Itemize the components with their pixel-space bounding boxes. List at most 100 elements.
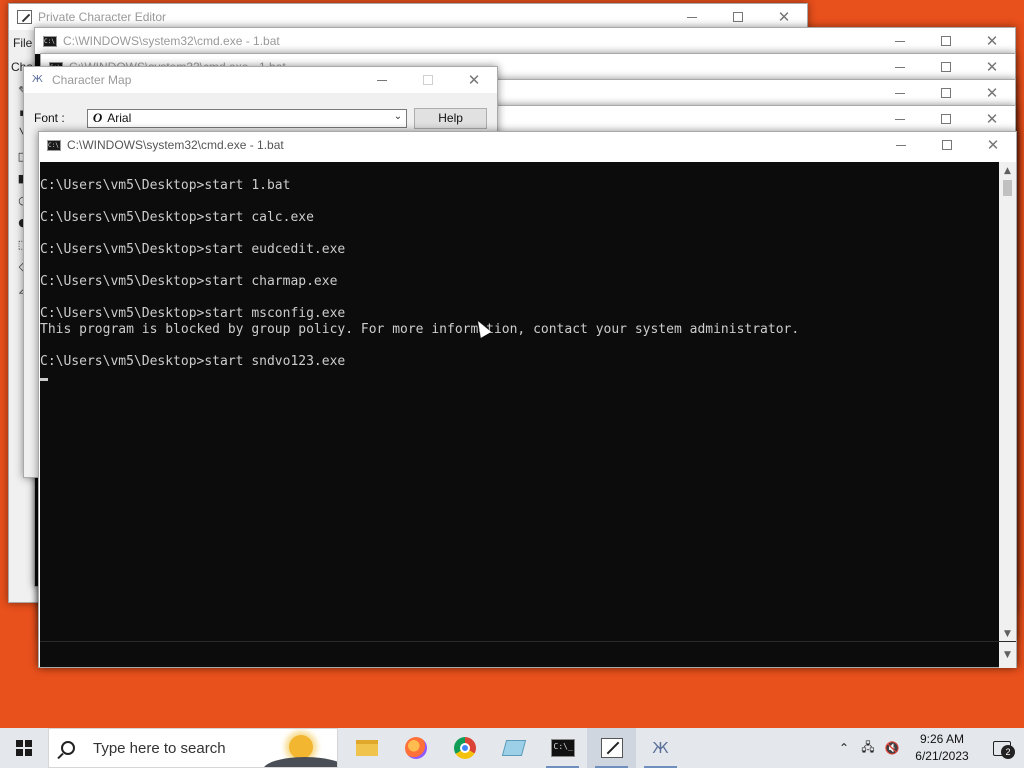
taskbar-chrome[interactable] xyxy=(440,728,489,768)
font-select[interactable]: O Arial ⌄ xyxy=(86,108,408,128)
close-icon: ✕ xyxy=(985,32,999,50)
console-line: C:\Users\vm5\Desktop>start calc.exe xyxy=(40,210,314,225)
start-button[interactable] xyxy=(0,728,48,768)
windows-logo-icon xyxy=(16,740,32,756)
console-line: C:\Users\vm5\Desktop>start sndvo123.exe xyxy=(40,354,346,369)
pencil-app-icon xyxy=(600,738,623,758)
chevron-down-icon[interactable]: ⌄ xyxy=(394,111,402,122)
console-icon: C:\_ xyxy=(550,739,575,757)
close-button[interactable]: ✕ xyxy=(969,106,1015,132)
console-line: This program is blocked by group policy.… xyxy=(40,322,800,337)
firefox-icon xyxy=(404,737,427,759)
close-icon: ✕ xyxy=(985,84,999,102)
maximize-icon xyxy=(941,114,951,124)
maximize-button[interactable] xyxy=(923,54,969,80)
text-cursor xyxy=(40,378,48,381)
vertical-scrollbar[interactable]: ▲ ▼ xyxy=(999,162,1016,642)
opentype-font-icon: O xyxy=(92,110,103,125)
close-button[interactable]: ✕ xyxy=(451,67,497,93)
folder-icon xyxy=(355,740,378,756)
clock-date: 6/21/2023 xyxy=(915,749,969,763)
minimize-button[interactable] xyxy=(359,67,405,93)
console-line: C:\Users\vm5\Desktop>start charmap.exe xyxy=(40,274,338,289)
font-select-value: Arial xyxy=(107,111,132,125)
minimize-icon xyxy=(896,144,906,146)
maximize-button xyxy=(405,67,451,93)
close-button[interactable]: ✕ xyxy=(969,80,1015,106)
close-icon: ✕ xyxy=(986,136,1000,154)
console-line: C:\Users\vm5\Desktop>start 1.bat xyxy=(40,178,291,193)
close-icon: ✕ xyxy=(777,8,791,26)
help-button[interactable]: Help xyxy=(414,107,487,129)
menu-file[interactable]: File xyxy=(13,36,32,50)
search-placeholder: Type here to search xyxy=(93,739,226,757)
maximize-button[interactable] xyxy=(924,132,970,158)
taskbar-notepad[interactable] xyxy=(489,728,538,768)
close-button[interactable]: ✕ xyxy=(969,54,1015,80)
horizontal-scroll-area[interactable]: ▼ xyxy=(40,641,1016,668)
maximize-icon xyxy=(941,36,951,46)
minimize-icon xyxy=(895,118,905,120)
close-button[interactable]: ✕ xyxy=(969,28,1015,54)
console-output[interactable]: C:\Users\vm5\Desktop>start 1.bat C:\User… xyxy=(40,162,1000,642)
cmd-window-active[interactable]: C:\ C:\WINDOWS\system32\cmd.exe - 1.bat … xyxy=(38,131,1017,668)
clock-time: 9:26 AM xyxy=(919,732,965,746)
minimize-button[interactable] xyxy=(878,132,924,158)
scroll-thumb[interactable] xyxy=(1003,180,1012,196)
maximize-button[interactable] xyxy=(923,28,969,54)
taskbar-cmd[interactable]: C:\_ xyxy=(538,728,587,768)
notepad-icon xyxy=(501,740,526,756)
close-icon: ✕ xyxy=(467,71,481,89)
search-highlight-image-hill xyxy=(263,757,337,767)
notification-count: 2 xyxy=(1001,745,1015,759)
minimize-button[interactable] xyxy=(877,106,923,132)
scroll-down-icon[interactable]: ▼ xyxy=(999,642,1016,668)
minimize-button[interactable] xyxy=(877,54,923,80)
taskbar-file-explorer[interactable] xyxy=(342,728,391,768)
volume-muted-icon[interactable]: 🔇 xyxy=(880,728,904,768)
system-tray: ⌃ 🖧 🔇 9:26 AM 6/21/2023 2 xyxy=(832,728,1024,768)
minimize-icon xyxy=(895,40,905,42)
console-icon: C:\ xyxy=(43,35,57,47)
cmd-titlebar[interactable]: C:\ C:\WINDOWS\system32\cmd.exe - 1.bat … xyxy=(39,132,1016,158)
maximize-icon xyxy=(941,88,951,98)
pce-title: Private Character Editor xyxy=(38,10,167,24)
close-button[interactable]: ✕ xyxy=(970,132,1016,158)
minimize-icon xyxy=(895,66,905,68)
cmd-titlebar[interactable]: C:\ C:\WINDOWS\system32\cmd.exe - 1.bat … xyxy=(35,28,1015,54)
minimize-button[interactable] xyxy=(877,80,923,106)
notifications-button[interactable]: 2 xyxy=(980,728,1024,768)
charmap-title: Character Map xyxy=(52,73,132,87)
pencil-app-icon xyxy=(17,10,32,24)
charmap-titlebar[interactable]: Ж Character Map ✕ xyxy=(24,67,497,93)
network-icon[interactable]: 🖧 xyxy=(856,728,880,768)
taskbar: Type here to search C:\_ Ж ⌃ 🖧 🔇 9:26 AM… xyxy=(0,728,1024,768)
minimize-icon xyxy=(377,79,387,81)
maximize-icon xyxy=(423,75,433,85)
font-label: Font : xyxy=(34,111,65,125)
close-icon: ✕ xyxy=(985,58,999,76)
maximize-button[interactable] xyxy=(923,106,969,132)
cmd-title: C:\WINDOWS\system32\cmd.exe - 1.bat xyxy=(63,34,280,48)
search-icon xyxy=(61,741,75,755)
clock[interactable]: 9:26 AM 6/21/2023 xyxy=(904,731,980,765)
search-highlight-image xyxy=(289,735,313,759)
console-line: C:\Users\vm5\Desktop>start eudcedit.exe xyxy=(40,242,346,257)
minimize-button[interactable] xyxy=(877,28,923,54)
taskbar-character-map[interactable]: Ж xyxy=(636,728,685,768)
scroll-up-icon[interactable]: ▲ xyxy=(999,162,1016,179)
maximize-icon xyxy=(941,62,951,72)
minimize-icon xyxy=(895,92,905,94)
maximize-icon xyxy=(942,140,952,150)
taskbar-apps: C:\_ Ж xyxy=(342,728,685,768)
taskbar-firefox[interactable] xyxy=(391,728,440,768)
console-icon: C:\ xyxy=(47,139,61,151)
search-box[interactable]: Type here to search xyxy=(48,728,338,768)
scroll-down-icon[interactable]: ▼ xyxy=(999,625,1016,642)
character-map-app-icon: Ж xyxy=(32,74,43,85)
taskbar-private-character-editor[interactable] xyxy=(587,728,636,768)
chevron-up-icon[interactable]: ⌃ xyxy=(832,728,856,768)
maximize-button[interactable] xyxy=(923,80,969,106)
chrome-icon xyxy=(453,737,476,759)
close-icon: ✕ xyxy=(985,110,999,128)
